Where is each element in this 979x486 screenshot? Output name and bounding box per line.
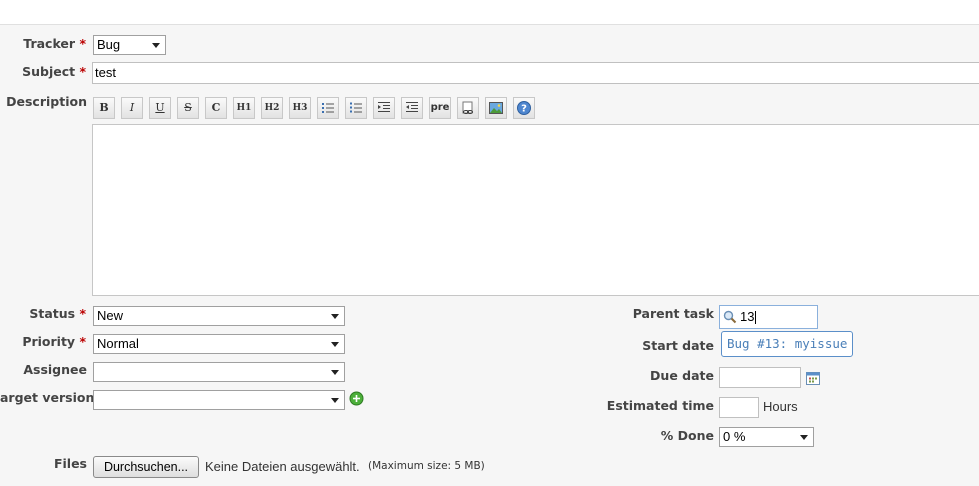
help-button[interactable]: ? <box>513 97 535 119</box>
target-version-label: arget version <box>0 390 95 405</box>
max-size-note: (Maximum size: 5 MB) <box>368 460 485 472</box>
start-date-label: Start date <box>642 338 714 353</box>
ordered-list-button[interactable] <box>345 97 367 119</box>
h2-button[interactable]: H2 <box>261 97 283 119</box>
underline-button[interactable]: U <box>149 97 171 119</box>
target-version-select[interactable] <box>93 390 345 410</box>
h1-button[interactable]: H1 <box>233 97 255 119</box>
add-version-icon[interactable] <box>349 391 364 406</box>
priority-label: Priority * <box>22 334 86 349</box>
tracker-label: Tracker * <box>23 36 86 51</box>
bullet-list-icon <box>322 103 334 113</box>
subject-input[interactable]: test <box>92 62 979 84</box>
autocomplete-suggestion[interactable]: Bug #13: myissue <box>721 331 853 357</box>
status-label: Status * <box>29 306 86 321</box>
files-label: Files <box>53 456 87 471</box>
chevron-down-icon <box>152 43 160 48</box>
tracker-select[interactable]: Bug <box>93 35 166 55</box>
code-button[interactable]: C <box>205 97 227 119</box>
h3-button[interactable]: H3 <box>289 97 311 119</box>
pre-button[interactable]: pre <box>429 97 451 119</box>
outdent-icon <box>406 102 418 112</box>
hours-unit-label: Hours <box>763 399 798 414</box>
percent-done-select[interactable]: 0 % <box>719 427 814 447</box>
chevron-down-icon <box>331 398 339 403</box>
outdent-button[interactable] <box>401 97 423 119</box>
chevron-down-icon <box>331 342 339 347</box>
bold-button[interactable]: B <box>93 97 115 119</box>
chevron-down-icon <box>331 370 339 375</box>
chevron-down-icon <box>331 314 339 319</box>
estimated-time-input[interactable] <box>719 397 759 418</box>
image-button[interactable] <box>485 97 507 119</box>
estimated-time-label: Estimated time <box>606 398 714 413</box>
chevron-down-icon <box>800 435 808 440</box>
help-icon: ? <box>517 101 531 115</box>
no-file-selected-text: Keine Dateien ausgewählt. <box>205 459 360 474</box>
calendar-icon[interactable] <box>806 371 820 385</box>
image-icon <box>489 102 503 114</box>
subject-label: Subject * <box>22 64 86 79</box>
parent-task-label: Parent task <box>632 306 714 321</box>
parent-task-input[interactable]: 13 <box>719 305 818 329</box>
description-textarea[interactable] <box>92 124 979 296</box>
priority-select[interactable]: Normal <box>93 334 345 354</box>
italic-button[interactable]: I <box>121 97 143 119</box>
due-date-input[interactable] <box>719 367 801 388</box>
unordered-list-button[interactable] <box>317 97 339 119</box>
numbered-list-icon <box>350 102 362 113</box>
link-button[interactable] <box>457 97 479 119</box>
status-select[interactable]: New <box>93 306 345 326</box>
top-bar <box>0 0 979 25</box>
indent-icon <box>378 102 390 112</box>
assignee-select[interactable] <box>93 362 345 382</box>
due-date-label: Due date <box>650 368 714 383</box>
description-label: Description <box>6 94 87 109</box>
assignee-label: Assignee <box>23 362 87 377</box>
percent-done-label: % Done <box>660 428 714 443</box>
svg-text:?: ? <box>521 104 527 115</box>
search-icon <box>723 310 737 324</box>
browse-files-button[interactable]: Durchsuchen... <box>93 456 199 478</box>
indent-button[interactable] <box>373 97 395 119</box>
strikethrough-button[interactable]: S <box>177 97 199 119</box>
link-icon <box>462 101 473 114</box>
